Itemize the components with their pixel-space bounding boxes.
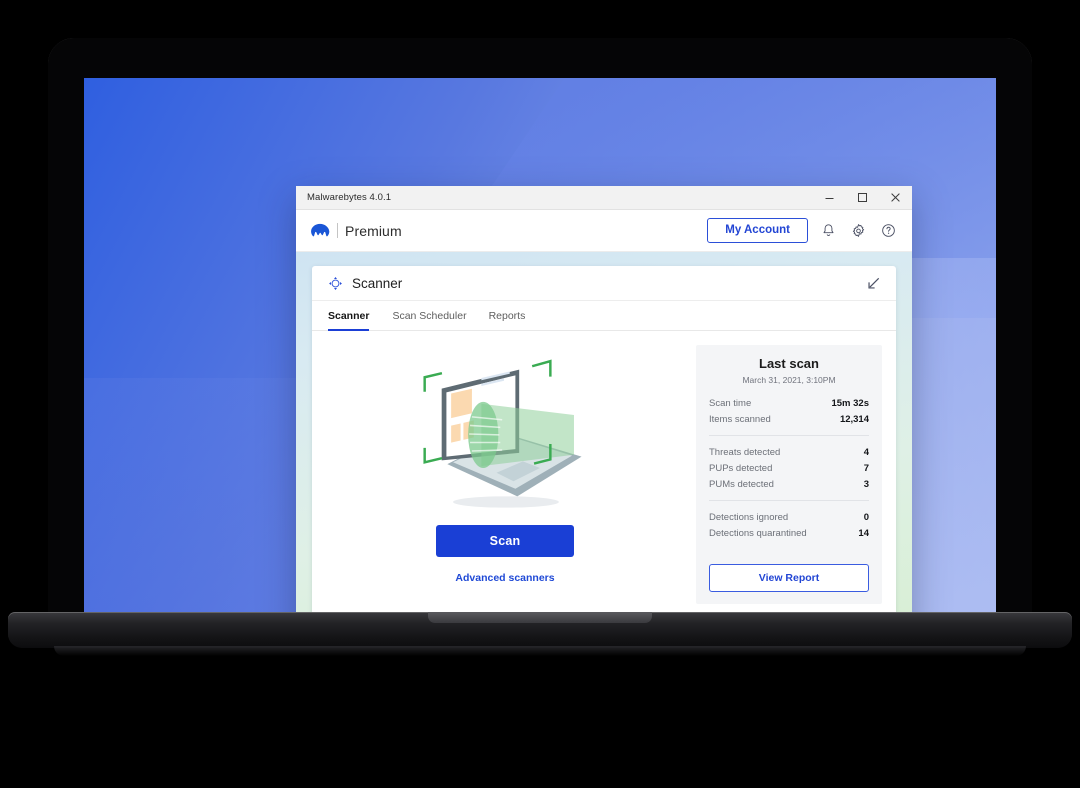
stat-label: Threats detected [709, 446, 781, 458]
stat-value: 7 [863, 462, 869, 474]
stat-label: PUMs detected [709, 478, 774, 490]
stat-group-timing: Scan time 15m 32s Items scanned 12,314 [709, 395, 869, 427]
last-scan-timestamp: March 31, 2021, 3:10PM [742, 375, 836, 385]
page-title: Scanner [352, 275, 403, 291]
stat-label: PUPs detected [709, 462, 773, 474]
gear-icon[interactable] [849, 221, 868, 240]
stat-row: Threats detected 4 [709, 444, 869, 460]
app-header: Premium My Account [296, 210, 912, 252]
stat-row: PUMs detected 3 [709, 476, 869, 492]
stat-group-detections: Threats detected 4 PUPs detected 7 PUMs … [709, 435, 869, 492]
stat-row: Detections quarantined 14 [709, 525, 869, 541]
last-scan-panel: Last scan March 31, 2021, 3:10PM Scan ti… [696, 345, 882, 604]
last-scan-title: Last scan [759, 356, 819, 371]
laptop-scan-illustration [423, 359, 582, 508]
scanner-title-group: Scanner [328, 276, 402, 291]
tab-scanner[interactable]: Scanner [328, 301, 381, 331]
stat-value: 14 [858, 527, 869, 539]
close-button[interactable] [879, 186, 912, 209]
window-controls [813, 186, 912, 209]
scan-action-pane: Scan Advanced scanners [326, 345, 684, 604]
scanner-card-header: Scanner [312, 266, 896, 301]
tab-reports[interactable]: Reports [478, 301, 537, 330]
stat-label: Detections quarantined [709, 527, 807, 539]
stat-value: 15m 32s [831, 397, 869, 409]
scanner-target-icon [329, 276, 342, 290]
laptop-screen-bezel: Malwarebytes 4.0.1 Premium My Account Sc… [48, 38, 1032, 622]
advanced-scanners-link[interactable]: Advanced scanners [455, 572, 554, 584]
scanner-tabs: Scanner Scan Scheduler Reports [312, 301, 896, 331]
maximize-button[interactable] [846, 186, 879, 209]
stat-row: Items scanned 12,314 [709, 411, 869, 427]
stat-row: Detections ignored 0 [709, 509, 869, 525]
stat-row: PUPs detected 7 [709, 460, 869, 476]
scanner-card: Scanner Scanner Scan Scheduler Reports S… [312, 266, 896, 612]
bell-icon[interactable] [819, 221, 838, 240]
stat-value: 4 [863, 446, 869, 458]
stat-label: Scan time [709, 397, 752, 409]
malwarebytes-logo-icon [311, 223, 330, 236]
scan-button[interactable]: Scan [436, 525, 574, 557]
my-account-button[interactable]: My Account [707, 217, 808, 244]
stat-group-actions: Detections ignored 0 Detections quaranti… [709, 500, 869, 541]
laptop-base-notch [428, 612, 652, 623]
stat-label: Detections ignored [709, 511, 789, 523]
help-circle-icon[interactable] [879, 221, 898, 240]
brand-edition-label: Premium [345, 222, 402, 239]
brand-divider [337, 223, 338, 238]
app-body: Scanner Scanner Scan Scheduler Reports S… [296, 252, 912, 612]
header-actions: My Account [707, 217, 898, 244]
minimize-button[interactable] [813, 186, 846, 209]
window-titlebar[interactable]: Malwarebytes 4.0.1 [296, 186, 912, 210]
collapse-arrow-icon[interactable] [864, 274, 882, 292]
stat-row: Scan time 15m 32s [709, 395, 869, 411]
scanner-content: Scan Advanced scanners Last scan March 3… [312, 331, 896, 612]
stat-value: 12,314 [839, 413, 869, 425]
stat-label: Items scanned [709, 413, 771, 425]
brand-lockup: Premium [310, 223, 402, 239]
malwarebytes-app-window: Malwarebytes 4.0.1 Premium My Account Sc… [296, 186, 912, 612]
view-report-button[interactable]: View Report [709, 564, 869, 592]
laptop-foot-shadow [54, 646, 1026, 656]
window-title: Malwarebytes 4.0.1 [307, 192, 392, 203]
stat-value: 0 [863, 511, 869, 523]
laptop-screen: Malwarebytes 4.0.1 Premium My Account Sc… [84, 78, 996, 612]
laptop-device: Malwarebytes 4.0.1 Premium My Account Sc… [0, 0, 1080, 788]
stat-value: 3 [863, 478, 869, 490]
tab-scan-scheduler[interactable]: Scan Scheduler [381, 301, 477, 330]
